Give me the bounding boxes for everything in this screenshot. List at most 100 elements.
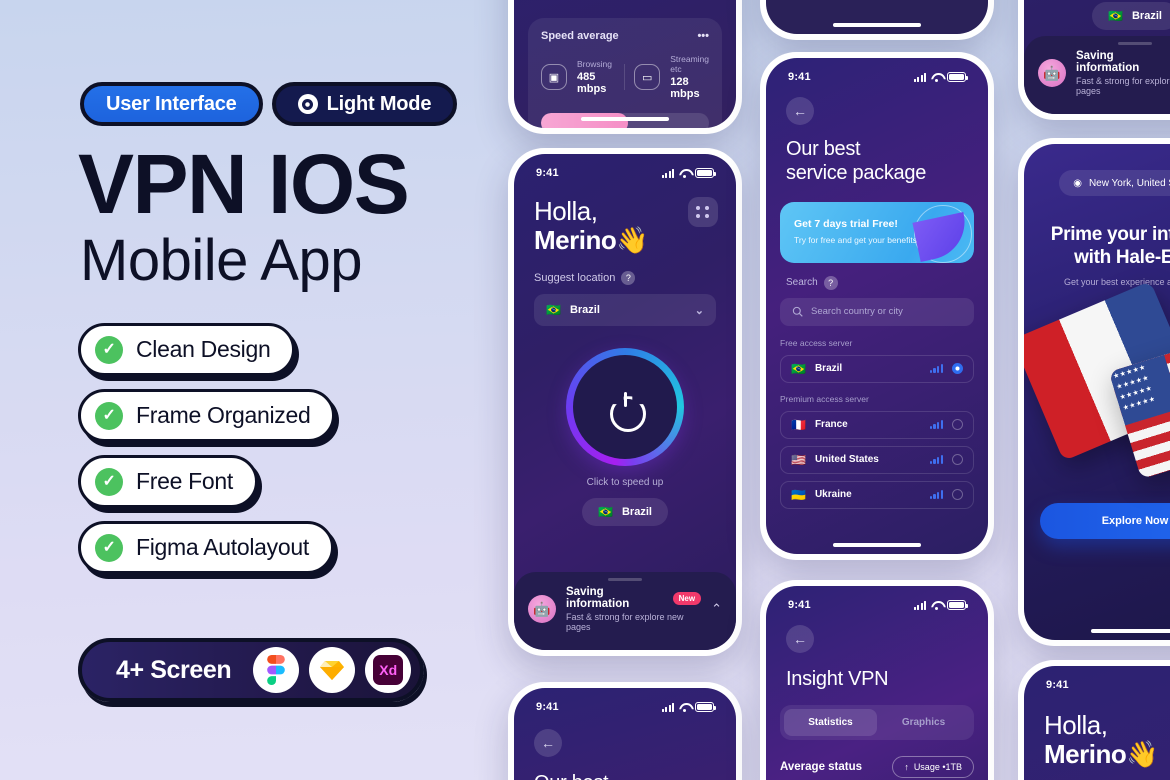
menu-grid-icon[interactable] [688,197,718,227]
status-bar: 9:41 [766,586,988,611]
greeting-name: Merino [1044,739,1127,770]
search-label: Search [786,277,818,289]
screen-count-pill: 4+ Screen Xd [78,638,425,702]
status-bar: 9:41 [1024,666,1170,691]
badge-light-mode[interactable]: Light Mode [271,82,458,126]
badge-label: User Interface [106,92,237,115]
back-button[interactable]: ← [786,625,814,653]
badge-user-interface[interactable]: User Interface [80,82,263,126]
connected-country-label: Brazil [621,506,652,519]
radio-selected[interactable] [952,363,963,375]
feature-label: Figma Autolayout [136,534,309,560]
flag-icon: 🇧🇷 [1108,9,1123,23]
battery-icon [947,600,968,610]
streaming-icon: ▭ [634,64,661,90]
feature-label: Clean Design [136,336,271,362]
saving-information-sheet[interactable]: 🤖 Saving information New Fast & strong f… [1024,36,1170,114]
phone-speed-average: Speed average ••• ▣ Browsing 485 mbps ▭ … [508,0,742,134]
power-hint: Click to speed up [586,477,664,489]
cellular-icon [661,168,674,178]
wave-icon: 👋 [616,225,649,256]
wifi-icon [931,73,942,82]
status-indicators [913,72,968,82]
search-label-row: Search ? [766,263,988,290]
radio-unselected[interactable] [952,454,963,466]
speed-card-header: Speed average ••• [541,30,709,42]
saving-information-sheet[interactable]: 🤖 Saving information New Fast & strong f… [514,572,736,650]
phone-home: 9:41 Holla, Merino👋 Suggest location ? 🇧… [508,148,742,656]
connected-country-label: Brazil [1131,10,1162,22]
saving-subtitle: Fast & strong for explore new pages [566,612,684,632]
server-name: United States [814,454,879,466]
greeting: Holla, Merino👋 [1044,710,1170,770]
status-time: 9:41 [536,167,559,179]
avatar: 🤖 [528,595,556,623]
gear-icon [297,94,318,114]
power-button[interactable] [566,348,684,467]
package-title-line1: Our best [786,138,861,160]
location-pin-icon: ◉ [1073,177,1082,189]
back-button[interactable]: ← [534,729,562,757]
badge-row: User Interface Light Mode [80,82,458,126]
country-select[interactable]: 🇧🇷 Brazil ⌄ [534,294,716,327]
wave-icon: 👋 [1126,739,1159,770]
location-chip[interactable]: ◉ New York, United States [1059,170,1170,196]
help-icon[interactable]: ? [823,275,838,290]
server-row-france[interactable]: 🇫🇷 France [780,410,974,439]
server-row-united-states[interactable]: 🇺🇸 United States [780,445,974,474]
radio-unselected[interactable] [952,489,963,501]
wifi-icon [679,169,690,178]
speed-item-label: Browsing [577,59,612,69]
screen-count-label: 4+ Screen [116,655,232,684]
feature-item: ✓ Figma Autolayout [78,521,334,574]
prime-title: Prime your internet with Hale-End [1040,224,1170,270]
explore-now-button[interactable]: Explore Now [1040,502,1170,539]
screen-insight-vpn: 9:41 ← Insight VPN Statistics Graphics A… [766,586,988,780]
package-title-line2: service package [786,162,927,185]
divider [623,64,625,90]
radio-unselected[interactable] [952,419,963,431]
package-title-line1: Our best [534,771,716,780]
page-subtitle: Mobile App [80,228,362,293]
suggest-location-label: Suggest location ? [534,271,716,286]
more-icon[interactable]: ••• [697,30,709,42]
feature-item: ✓ Frame Organized [78,389,336,442]
usage-chip[interactable]: ↑ Usage •1TB [892,756,974,779]
figma-icon [253,647,300,693]
average-status-row: Average status ↑ Usage •1TB [780,756,974,779]
connected-country-pill[interactable]: 🇧🇷 Brazil [1092,2,1170,30]
saving-title-row: Saving information New [1076,50,1170,74]
tab-graphics[interactable]: Graphics [877,709,970,736]
back-button[interactable]: ← [786,97,814,125]
phone-home-bottom-right: 9:41 Holla, Merino👋 [1018,660,1170,780]
chevron-up-icon[interactable]: ⌃ [711,601,722,617]
sketch-icon [309,647,356,693]
status-time: 9:41 [788,71,811,83]
search-input[interactable]: Search country or city [780,297,974,326]
package-title: Our best [514,757,736,780]
location-label: New York, United States [1088,177,1170,189]
speed-average-card: Speed average ••• ▣ Browsing 485 mbps ▭ … [528,18,722,128]
power-button-inner [573,355,677,460]
phone-home-right-partial: 🇧🇷 Brazil 🤖 Saving information New Fast … [1018,0,1170,120]
suggest-label-text: Suggest location [534,272,616,285]
check-icon: ✓ [95,335,123,364]
screen-home-right-partial: 🇧🇷 Brazil 🤖 Saving information New Fast … [1024,0,1170,114]
screen-home: 9:41 Holla, Merino👋 Suggest location ? 🇧… [514,154,736,650]
insight-title-light: Insight [786,668,849,690]
speed-item-value: 485 mbps [577,71,607,95]
phone-service-package: 9:41 ← Our best service package Get 7 da… [760,52,994,560]
server-row-brazil[interactable]: 🇧🇷 Brazil [780,354,974,383]
connected-country-pill[interactable]: 🇧🇷 Brazil [582,498,668,527]
server-row-ukraine[interactable]: 🇺🇦 Ukraine [780,480,974,509]
status-badge: New [672,591,702,605]
screen-onboarding-prime: ◉ New York, United States Prime your int… [1024,144,1170,640]
page-title: VPN IOS [78,137,410,231]
battery-icon [695,168,716,178]
tab-statistics[interactable]: Statistics [784,709,877,737]
trial-banner[interactable]: Get 7 days trial Free! Try for free and … [780,201,974,263]
speed-card-title: Speed average [541,30,619,42]
help-icon[interactable]: ? [621,271,636,286]
arrow-up-icon: ↑ [904,762,909,773]
search-placeholder: Search country or city [811,306,903,318]
